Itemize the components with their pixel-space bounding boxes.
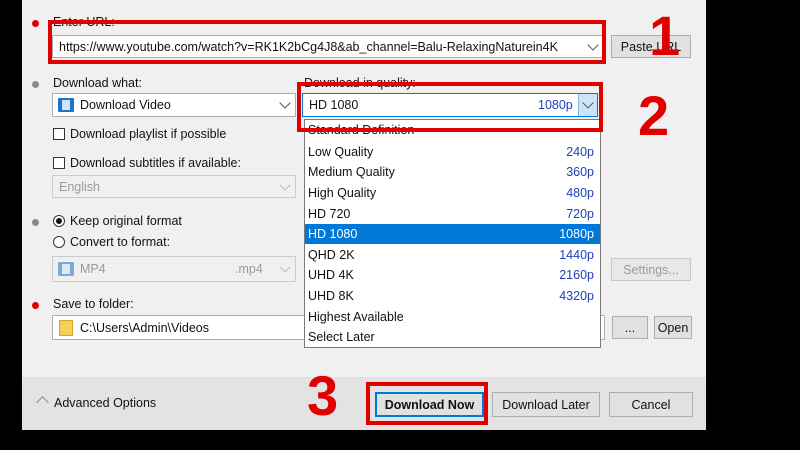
quality-option-resolution: 480p: [566, 185, 594, 200]
chevron-down-icon[interactable]: [279, 178, 291, 191]
quality-option[interactable]: High Quality 480p: [305, 183, 600, 204]
playlist-checkbox[interactable]: [53, 128, 65, 140]
subtitles-language-select[interactable]: English: [52, 175, 296, 198]
annotation-number-3: 3: [307, 364, 339, 427]
quality-option[interactable]: Select Later: [305, 327, 600, 348]
quality-option-name: UHD 8K: [308, 288, 354, 303]
save-required-dot: [32, 302, 39, 309]
annotation-box-url: [48, 20, 606, 64]
save-folder-path: C:\Users\Admin\Videos: [80, 320, 209, 335]
format-dot: [32, 219, 39, 226]
quality-option-name: HD 720: [308, 206, 351, 221]
annotation-box-quality: [297, 82, 603, 132]
download-what-select[interactable]: Download Video: [52, 93, 296, 117]
subtitles-checkbox[interactable]: [53, 157, 65, 169]
quality-option[interactable]: UHD 4K 2160p: [305, 265, 600, 286]
download-what-label: Download what:: [53, 76, 142, 90]
quality-option-name: UHD 4K: [308, 268, 354, 283]
quality-dropdown-list: Standard Definition Low Quality 240p Mediu…: [304, 119, 601, 348]
quality-option[interactable]: HD 1080 1080p: [305, 223, 600, 245]
cancel-button[interactable]: Cancel: [609, 392, 693, 417]
advanced-options-toggle[interactable]: Advanced Options: [54, 396, 156, 410]
download-what-dot: [32, 81, 39, 88]
save-folder-label: Save to folder:: [53, 297, 134, 311]
settings-button[interactable]: Settings...: [611, 258, 691, 281]
format-name: MP4: [80, 262, 106, 276]
quality-option-name: Low Quality: [308, 144, 374, 159]
quality-option[interactable]: QHD 2K 1440p: [305, 245, 600, 266]
quality-option[interactable]: HD 720 720p: [305, 203, 600, 224]
quality-option-resolution: 360p: [566, 165, 594, 180]
video-icon: [58, 98, 74, 112]
convert-format-label[interactable]: Convert to format:: [70, 235, 170, 249]
playlist-checkbox-label[interactable]: Download playlist if possible: [70, 127, 226, 141]
quality-option-resolution: 720p: [566, 206, 594, 221]
quality-option-resolution: 240p: [566, 144, 594, 159]
quality-option-name: Highest Available: [308, 309, 404, 324]
quality-option[interactable]: Low Quality 240p: [305, 142, 600, 163]
annotation-number-1: 1: [649, 4, 681, 67]
download-later-button[interactable]: Download Later: [492, 392, 600, 417]
annotation-number-2: 2: [638, 84, 670, 147]
chevron-down-icon[interactable]: [279, 97, 291, 109]
subtitles-checkbox-label[interactable]: Download subtitles if available:: [70, 156, 241, 170]
quality-option-name: HD 1080: [308, 227, 358, 242]
annotation-box-download-now: [366, 382, 488, 425]
convert-format-radio[interactable]: [53, 236, 65, 248]
video-icon: [58, 262, 74, 276]
format-extension: .mp4: [235, 262, 263, 276]
subtitles-language-value: English: [59, 179, 100, 194]
quality-option[interactable]: Highest Available: [305, 306, 600, 327]
keep-original-label[interactable]: Keep original format: [70, 214, 182, 228]
quality-option-resolution: 1080p: [559, 227, 594, 242]
chevron-down-icon[interactable]: [279, 261, 291, 273]
quality-option-name: Select Later: [308, 330, 375, 345]
keep-original-radio[interactable]: [53, 215, 65, 227]
quality-option[interactable]: UHD 8K 4320p: [305, 286, 600, 307]
quality-option-resolution: 1440p: [559, 247, 594, 262]
url-required-dot: [32, 20, 39, 27]
quality-option-resolution: 4320p: [559, 288, 594, 303]
quality-option-name: QHD 2K: [308, 247, 355, 262]
browse-button[interactable]: ...: [612, 316, 648, 339]
folder-icon: [59, 320, 73, 336]
quality-option-name: Medium Quality: [308, 165, 395, 180]
convert-format-select[interactable]: MP4 .mp4: [52, 256, 296, 282]
open-folder-button[interactable]: Open: [654, 316, 692, 339]
quality-option-name: High Quality: [308, 185, 377, 200]
quality-option[interactable]: Medium Quality 360p: [305, 162, 600, 183]
download-what-value: Download Video: [80, 98, 171, 112]
quality-option-resolution: 2160p: [559, 268, 594, 283]
